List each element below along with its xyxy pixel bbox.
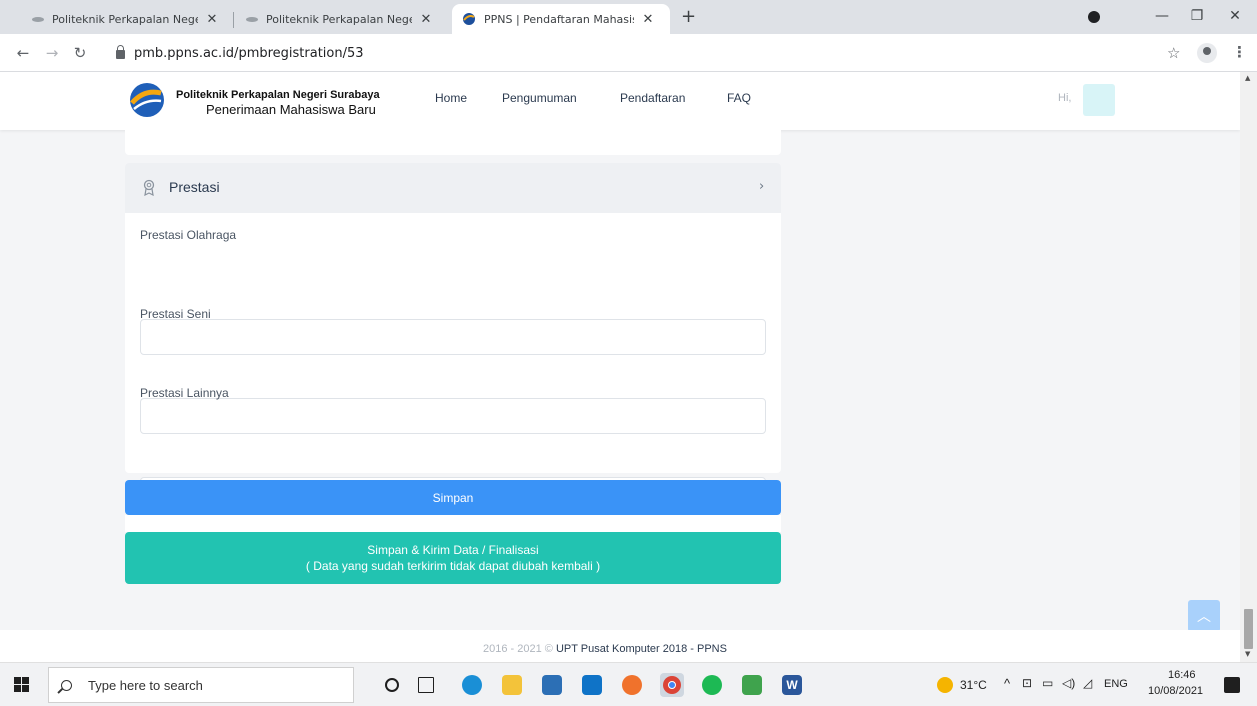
brand-name: Politeknik Perkapalan Negeri Surabaya [176, 89, 380, 101]
user-avatar[interactable] [1083, 84, 1115, 116]
microsoft-store-icon[interactable] [542, 675, 562, 695]
forward-arrow-icon[interactable]: → [43, 44, 61, 62]
field-label-lainnya: Prestasi Lainnya [140, 386, 229, 400]
nav-pendaftaran-link[interactable]: Pendaftaran [620, 91, 685, 105]
medal-icon [143, 179, 155, 196]
tab-divider [233, 12, 234, 28]
field-label-seni: Prestasi Seni [140, 307, 211, 321]
browser-menu-icon[interactable]: ⋮ [1232, 43, 1247, 61]
clock-time[interactable]: 16:46 [1168, 669, 1196, 681]
cortana-icon[interactable] [385, 678, 399, 692]
notification-icon[interactable] [1224, 677, 1240, 693]
chevron-right-icon[interactable]: › [759, 179, 764, 194]
prestasi-seni-input[interactable] [140, 398, 766, 434]
save-button[interactable]: Simpan [125, 480, 781, 515]
browser-tab-strip: Politeknik Perkapalan Negeri Sura ✕ Poli… [0, 0, 1257, 34]
tab-title: Politeknik Perkapalan Negeri Sura [266, 12, 412, 26]
submit-final-button[interactable]: Simpan & Kirim Data / Finalisasi ( Data … [125, 532, 781, 584]
tab-title: PPNS | Pendaftaran Mahasiswa B [484, 12, 634, 26]
footer-org: UPT Pusat Komputer 2018 - PPNS [555, 643, 727, 655]
back-arrow-icon[interactable]: ← [14, 44, 32, 62]
restore-icon[interactable]: ❐ [1187, 8, 1207, 24]
submit-final-label: Simpan & Kirim Data / Finalisasi [367, 543, 539, 557]
taskbar-search-placeholder: Type here to search [88, 677, 203, 693]
chrome-icon[interactable] [660, 673, 684, 697]
taskbar-search-input[interactable]: Type here to search [48, 667, 354, 703]
language-indicator[interactable]: ENG [1104, 678, 1128, 690]
close-window-icon[interactable]: ✕ [1225, 8, 1245, 24]
reload-icon[interactable]: ↻ [71, 44, 89, 62]
account-avatar-icon[interactable] [1197, 43, 1217, 63]
address-bar[interactable]: pmb.ppns.ac.id/pmbregistration/53 [102, 39, 1152, 67]
spacer [125, 515, 781, 532]
site-header: Politeknik Perkapalan Negeri Surabaya Pe… [0, 72, 1240, 130]
meet-now-icon[interactable]: ⊡ [1022, 676, 1032, 690]
site-favicon-icon [32, 16, 44, 22]
scroll-down-icon[interactable]: ▼ [1245, 650, 1250, 658]
ppns-favicon-icon [463, 13, 475, 25]
section-title: Prestasi [169, 179, 220, 195]
close-tab-icon[interactable]: ✕ [640, 12, 656, 27]
nav-home-link[interactable]: Home [435, 91, 467, 105]
close-tab-icon[interactable]: ✕ [204, 12, 220, 27]
tab-title: Politeknik Perkapalan Negeri Sura [52, 12, 198, 26]
page-scrollbar[interactable]: ▲ ▼ [1240, 72, 1257, 662]
footer-copyright: 2016 - 2021 © UPT Pusat Komputer 2018 - … [483, 643, 727, 655]
wifi-icon[interactable]: ◿ [1083, 676, 1092, 690]
profile-indicator-icon[interactable] [1088, 11, 1100, 23]
spreadsheet-app-icon[interactable] [742, 675, 762, 695]
nav-pengumuman-link[interactable]: Pengumuman [502, 91, 577, 105]
tray-chevron-icon[interactable]: ^ [1004, 676, 1010, 691]
weather-icon[interactable] [937, 677, 953, 693]
brand-subtitle: Penerimaan Mahasiswa Baru [206, 102, 376, 117]
scroll-up-icon[interactable]: ▲ [1245, 74, 1250, 82]
clock-date[interactable]: 10/08/2021 [1148, 685, 1203, 697]
previous-card-bottom [125, 130, 781, 155]
windows-taskbar: Type here to search W 31°C ^ ⊡ ▭ ◁) ◿ EN… [0, 662, 1257, 706]
page-footer: 2016 - 2021 © UPT Pusat Komputer 2018 - … [0, 630, 1240, 662]
submit-final-warning: ( Data yang sudah terkirim tidak dapat d… [305, 559, 601, 573]
footer-years: 2016 - 2021 © [483, 643, 553, 655]
file-explorer-icon[interactable] [502, 675, 522, 695]
minimize-icon[interactable]: — [1152, 8, 1172, 24]
volume-icon[interactable]: ◁) [1062, 676, 1075, 690]
windows-start-icon[interactable] [14, 677, 30, 693]
ppns-logo[interactable] [128, 81, 166, 119]
battery-icon[interactable]: ▭ [1042, 676, 1053, 690]
browser-toolbar: ← → ↻ pmb.ppns.ac.id/pmbregistration/53 … [0, 34, 1257, 72]
scroll-to-top-button[interactable]: ︿ [1188, 600, 1220, 632]
user-greeting: Hi, [1058, 92, 1072, 104]
task-view-icon[interactable] [418, 677, 434, 693]
prestasi-card-header[interactable]: Prestasi › [125, 163, 781, 213]
field-label-olahraga: Prestasi Olahraga [140, 228, 237, 242]
search-icon [61, 679, 72, 691]
site-favicon-icon [246, 16, 258, 22]
prestasi-olahraga-input[interactable] [140, 319, 766, 355]
lock-icon [116, 44, 125, 59]
browser-tab-2[interactable]: Politeknik Perkapalan Negeri Sura ✕ [236, 4, 444, 34]
bookmark-star-icon[interactable]: ☆ [1167, 44, 1180, 62]
close-tab-icon[interactable]: ✕ [418, 12, 434, 27]
page-viewport: Politeknik Perkapalan Negeri Surabaya Pe… [0, 72, 1240, 662]
new-tab-icon[interactable]: + [681, 8, 696, 26]
word-icon[interactable]: W [782, 675, 802, 695]
browser-tab-1[interactable]: Politeknik Perkapalan Negeri Sura ✕ [22, 4, 230, 34]
prestasi-card: Prestasi › Prestasi Olahraga Prestasi Se… [125, 163, 781, 513]
scrollbar-thumb[interactable] [1244, 609, 1253, 649]
mail-icon[interactable] [582, 675, 602, 695]
edge-browser-icon[interactable] [462, 675, 482, 695]
url-text: pmb.ppns.ac.id/pmbregistration/53 [134, 45, 364, 61]
spotify-icon[interactable] [702, 675, 722, 695]
browser-tab-active[interactable]: PPNS | Pendaftaran Mahasiswa B ✕ [452, 4, 670, 34]
firefox-icon[interactable] [622, 675, 642, 695]
nav-faq-link[interactable]: FAQ [727, 91, 751, 105]
weather-temperature[interactable]: 31°C [960, 678, 987, 692]
